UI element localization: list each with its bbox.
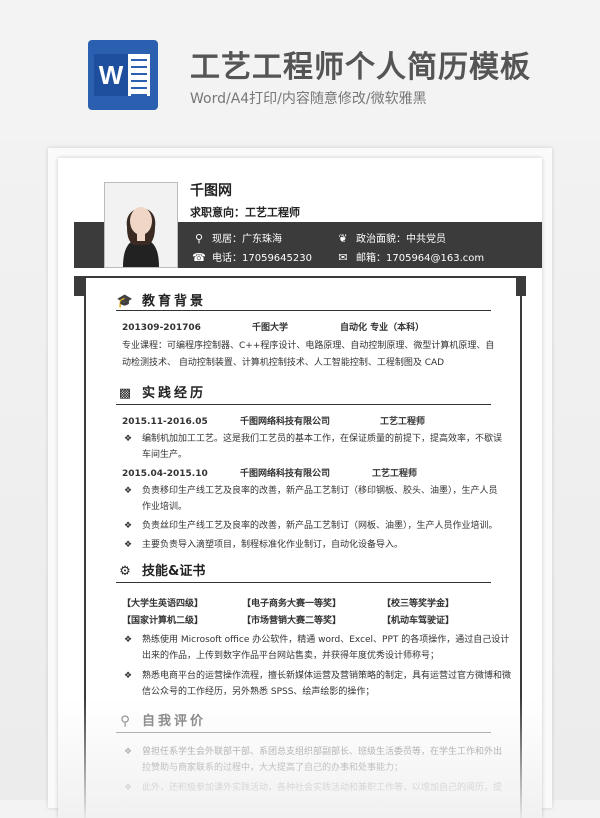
job1-role: 工艺工程师 xyxy=(380,417,426,427)
diamond-bullet-icon: ❖ xyxy=(124,434,133,444)
diamond-bullet-icon: ❖ xyxy=(124,635,133,645)
politics-item: ❦ 政治面貌：中共党员 xyxy=(336,230,446,245)
candidate-name: 千图网 xyxy=(190,183,232,199)
diamond-bullet-icon: ❖ xyxy=(124,671,133,681)
cert-item: 【市场营销大赛二等奖】 xyxy=(242,616,342,626)
skill-office: ❖ 熟练使用 Microsoft office 办公软件，精通 word、Exc… xyxy=(124,632,512,664)
chart-icon: ▩ xyxy=(118,386,132,401)
location-pin-icon: ⚲ xyxy=(194,232,204,245)
cert-item: 【机动车驾驶证】 xyxy=(382,616,455,626)
job-objective: 求职意向：工艺工程师 xyxy=(190,206,300,219)
graduation-cap-icon: 🎓 xyxy=(116,294,134,309)
edu-courses-line1: 专业课程：可编程序控制器、C++程序设计、电路原理、自动控制原理、微型计算机原理… xyxy=(122,341,495,351)
word-icon: W xyxy=(88,40,158,110)
cert-item: 【校三等奖学金】 xyxy=(382,599,455,609)
template-title: 工艺工程师个人简历模板 xyxy=(190,50,531,85)
experience-heading: ▩ 实践经历 xyxy=(116,382,206,401)
skills-heading: ⚙ 技能&证书 xyxy=(116,560,205,579)
edu-period: 201309-201706 xyxy=(122,323,201,333)
mail-icon: ✉ xyxy=(338,251,348,264)
job2-company: 千图网络科技有限公司 xyxy=(240,469,331,479)
location-item: ⚲ 现居：广东珠海 xyxy=(192,230,282,245)
cert-item: 【国家计算机二级】 xyxy=(122,616,204,626)
diamond-bullet-icon: ❖ xyxy=(124,783,133,793)
self-eval-heading: ⚲ 自我评价 xyxy=(116,710,206,729)
diamond-bullet-icon: ❖ xyxy=(124,486,133,496)
diamond-bullet-icon: ❖ xyxy=(124,521,133,531)
education-heading: 🎓 教育背景 xyxy=(116,294,207,309)
resume-page: ⚲ 现居：广东珠海 ☎ 电话：17059645230 ❦ 政治面貌：中共党员 ✉ 邮箱：… xyxy=(58,158,542,818)
job1-duty: ❖ 编制机加加工工艺。这是我们工艺员的基本工作，在保证质量的前提下，提高效率，不… xyxy=(124,431,502,463)
magnifier-icon: ⚲ xyxy=(120,714,130,729)
diamond-bullet-icon: ❖ xyxy=(124,540,133,550)
job2-role: 工艺工程师 xyxy=(372,469,418,479)
cert-item: 【电子商务大赛一等奖】 xyxy=(242,599,342,609)
self-eval-2: ❖ 此外，还积极参加课外实践活动，各种社会实践活动和兼职工作等，以增加自己的阅历… xyxy=(124,780,512,796)
self-eval-1: ❖ 曾担任系学生会外联部干部、系团总支组织部副部长、班级生活委员等，在学生工作和… xyxy=(124,744,512,776)
job1-company: 千图网络科技有限公司 xyxy=(240,417,331,427)
job2-duty-3: ❖ 主要负责导入滴塑项目，制程标准化作业制订，自动化设备导入。 xyxy=(124,537,502,553)
phone-item: ☎ 电话：17059645230 xyxy=(192,251,312,264)
profile-photo xyxy=(104,182,178,268)
job1-period: 2015.11-2016.05 xyxy=(122,417,208,427)
edu-major: 自动化 专业（本科） xyxy=(340,323,425,333)
job2-duty-2: ❖ 负责丝印生产线工艺及良率的改善，新产品工艺制订（网板、油墨），生产人员作业培… xyxy=(124,518,502,534)
edu-courses-line2: 动检测技术、 自动控制装置、计算机控制技术、人工智能控制、工程制图及 CAD xyxy=(122,358,445,368)
template-subtitle: Word/A4打印/内容随意修改/微软雅黑 xyxy=(190,91,427,107)
template-header: W 工艺工程师个人简历模板 Word/A4打印/内容随意修改/微软雅黑 xyxy=(0,0,600,140)
gears-icon: ⚙ xyxy=(119,564,131,579)
leaf-icon: ❦ xyxy=(338,232,348,245)
word-letter: W xyxy=(94,54,128,96)
email-item: ✉ 邮箱：1705964@163.com xyxy=(336,249,484,264)
cert-item: 【大学生英语四级】 xyxy=(122,599,204,609)
skill-ecommerce: ❖ 熟悉电商平台的运营操作流程，擅长新媒体运营及营销策略的制定，具有运营过官方微… xyxy=(124,668,512,700)
diamond-bullet-icon: ❖ xyxy=(124,747,133,757)
job2-period: 2015.04-2015.10 xyxy=(122,469,208,479)
phone-icon: ☎ xyxy=(192,251,206,264)
job2-duty-1: ❖ 负责移印生产线工艺及良率的改善，新产品工艺制订（移印钢板、胶头、油墨），生产… xyxy=(124,483,502,515)
edu-school: 千图大学 xyxy=(252,323,289,333)
